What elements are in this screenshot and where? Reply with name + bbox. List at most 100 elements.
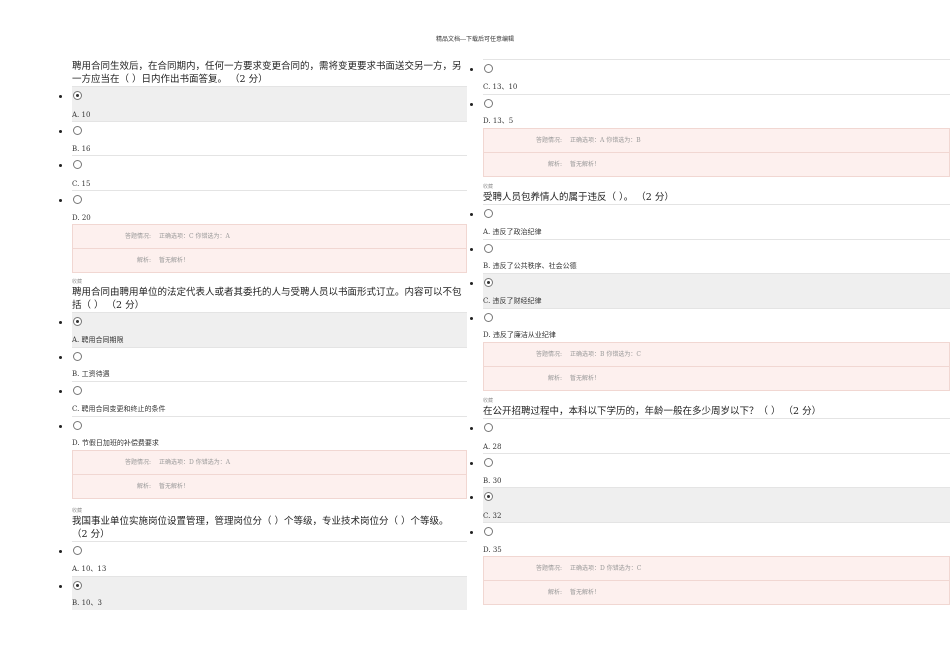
question-5: 收藏 在公开招聘过程中，本科以下学历的，年龄一般在多少周岁以下？（ ） （2 分… <box>470 397 950 605</box>
option-a[interactable]: A. 10、13 <box>59 541 467 576</box>
radio-icon[interactable] <box>73 160 82 169</box>
analysis-label: 解析: <box>547 161 562 168</box>
status-label: 答题情况: <box>124 233 151 240</box>
status-label: 答题情况: <box>124 459 151 466</box>
analysis-value: 暂无解析！ <box>159 257 190 264</box>
option-b[interactable]: B. 工资待遇 <box>59 346 467 382</box>
option-label: D. 违反了廉洁从业纪律 <box>483 331 556 339</box>
status-label: 答题情况: <box>535 137 562 144</box>
bullet-icon <box>59 198 62 202</box>
bullet-icon <box>470 461 473 465</box>
radio-icon[interactable] <box>73 386 82 395</box>
radio-icon[interactable] <box>484 243 493 253</box>
bullet-icon <box>470 68 473 71</box>
option-c[interactable]: C. 15 <box>59 155 467 190</box>
bullet-icon <box>470 282 473 285</box>
analysis-value: 暂无解析！ <box>570 589 601 596</box>
favorite-link[interactable]: 收藏 <box>72 507 467 515</box>
status-value: 正确选项：A 你错选为：B <box>570 137 641 144</box>
radio-icon[interactable] <box>73 125 82 135</box>
question-stem: 在公开招聘过程中，本科以下学历的，年龄一般在多少周岁以下？（ ） （2 分） <box>483 406 822 417</box>
option-label: D. 13、5 <box>483 117 514 125</box>
radio-icon[interactable] <box>484 64 493 73</box>
favorite-link[interactable]: 收藏 <box>483 183 950 191</box>
option-d[interactable]: D. 节假日加班的补偿费要求 <box>59 415 467 451</box>
question-stem: 聘用合同由聘用单位的法定代表人或者其委托的人与受聘人员以书面形式订立。内容可以不… <box>72 287 462 311</box>
option-b[interactable]: B. 10、3 <box>59 575 467 610</box>
question-3-continued: C. 13、10 D. 13、5 答题情况: 正确选项：A 你错选为：B 解析: 暂… <box>470 59 950 177</box>
radio-icon[interactable] <box>73 546 82 555</box>
analysis-label: 解析: <box>547 589 562 596</box>
radio-icon[interactable] <box>484 423 493 432</box>
question-1: 聘用合同生效后，在合同期内，任何一方要求变更合同的，需将变更要求书面送交另一方，… <box>59 60 467 273</box>
radio-icon[interactable] <box>73 194 82 204</box>
status-label: 答题情况: <box>535 351 562 358</box>
favorite-link[interactable]: 收藏 <box>483 397 950 405</box>
option-c[interactable]: C. 13、10 <box>470 59 950 94</box>
bullet-icon <box>59 390 62 393</box>
feedback-box: 答题情况: 正确选项：D 你错选为：A 解析: 暂无解析！ <box>72 450 467 499</box>
bullet-icon <box>470 427 473 430</box>
option-label: B. 16 <box>72 145 91 153</box>
question-stem: 受聘人员包养情人的属于违反（ ）。 （2 分） <box>483 192 674 203</box>
bullet-icon <box>59 424 62 428</box>
radio-selected-icon[interactable] <box>73 317 82 326</box>
analysis-value: 暂无解析！ <box>570 161 601 168</box>
bullet-icon <box>470 316 473 320</box>
radio-icon[interactable] <box>484 98 493 108</box>
option-a[interactable]: A. 违反了政治纪律 <box>470 204 950 239</box>
radio-icon[interactable] <box>73 351 82 361</box>
favorite-link[interactable]: 收藏 <box>72 278 467 286</box>
radio-icon[interactable] <box>484 526 493 536</box>
radio-icon[interactable] <box>484 312 493 322</box>
radio-selected-icon[interactable] <box>73 91 82 100</box>
radio-icon[interactable] <box>484 457 493 467</box>
bullet-icon <box>59 164 62 167</box>
option-c[interactable]: C. 32 <box>470 487 950 522</box>
option-label: C. 32 <box>483 511 502 520</box>
radio-selected-icon[interactable] <box>73 580 82 590</box>
bullet-icon <box>59 355 62 359</box>
option-a[interactable]: A. 10 <box>59 86 467 121</box>
option-a[interactable]: A. 聘用合同期限 <box>59 312 467 347</box>
option-d[interactable]: D. 20 <box>59 189 467 225</box>
question-stem: 聘用合同生效后，在合同期内，任何一方要求变更合同的，需将变更要求书面送交另一方，… <box>72 61 462 85</box>
bullet-icon <box>470 530 473 534</box>
document-header: 精品文档---下载后可任意编辑 <box>435 36 515 43</box>
option-d[interactable]: D. 13、5 <box>470 93 950 129</box>
option-label: A. 聘用合同期限 <box>72 335 124 344</box>
option-a[interactable]: A. 28 <box>470 418 950 453</box>
radio-icon[interactable] <box>484 209 493 218</box>
bullet-icon <box>470 496 473 499</box>
option-d[interactable]: D. 违反了廉洁从业纪律 <box>470 307 950 343</box>
option-label: D. 节假日加班的补偿费要求 <box>72 439 159 447</box>
analysis-value: 暂无解析！ <box>159 483 190 490</box>
option-label: B. 工资待遇 <box>72 370 110 378</box>
option-label: C. 聘用合同变更和终止的条件 <box>72 404 166 413</box>
status-value: 正确选项：D 你错选为：A <box>159 459 231 466</box>
option-label: D. 35 <box>483 546 502 554</box>
bullet-icon <box>59 129 62 133</box>
option-label: A. 10 <box>72 110 91 119</box>
option-d[interactable]: D. 35 <box>470 521 950 557</box>
question-2: 收藏 聘用合同由聘用单位的法定代表人或者其委托的人与受聘人员以书面形式订立。内容… <box>59 278 467 499</box>
analysis-label: 解析: <box>136 483 151 490</box>
status-value: 正确选项：D 你错选为：C <box>570 565 642 572</box>
option-b[interactable]: B. 16 <box>59 120 467 156</box>
option-c[interactable]: C. 违反了财经纪律 <box>470 273 950 308</box>
status-value: 正确选项：C 你错选为：A <box>159 233 230 240</box>
radio-selected-icon[interactable] <box>484 492 493 501</box>
option-label: B. 违反了公共秩序、社会公德 <box>483 262 577 270</box>
bullet-icon <box>59 584 62 588</box>
radio-selected-icon[interactable] <box>484 278 493 287</box>
option-b[interactable]: B. 30 <box>470 452 950 488</box>
option-b[interactable]: B. 违反了公共秩序、社会公德 <box>470 238 950 274</box>
bullet-icon <box>59 321 62 324</box>
bullet-icon <box>59 95 62 98</box>
feedback-box: 答题情况: 正确选项：C 你错选为：A 解析: 暂无解析！ <box>72 224 467 273</box>
option-c[interactable]: C. 聘用合同变更和终止的条件 <box>59 381 467 416</box>
option-label: B. 10、3 <box>72 599 102 607</box>
bullet-icon <box>59 550 62 553</box>
radio-icon[interactable] <box>73 420 82 430</box>
bullet-icon <box>470 213 473 216</box>
